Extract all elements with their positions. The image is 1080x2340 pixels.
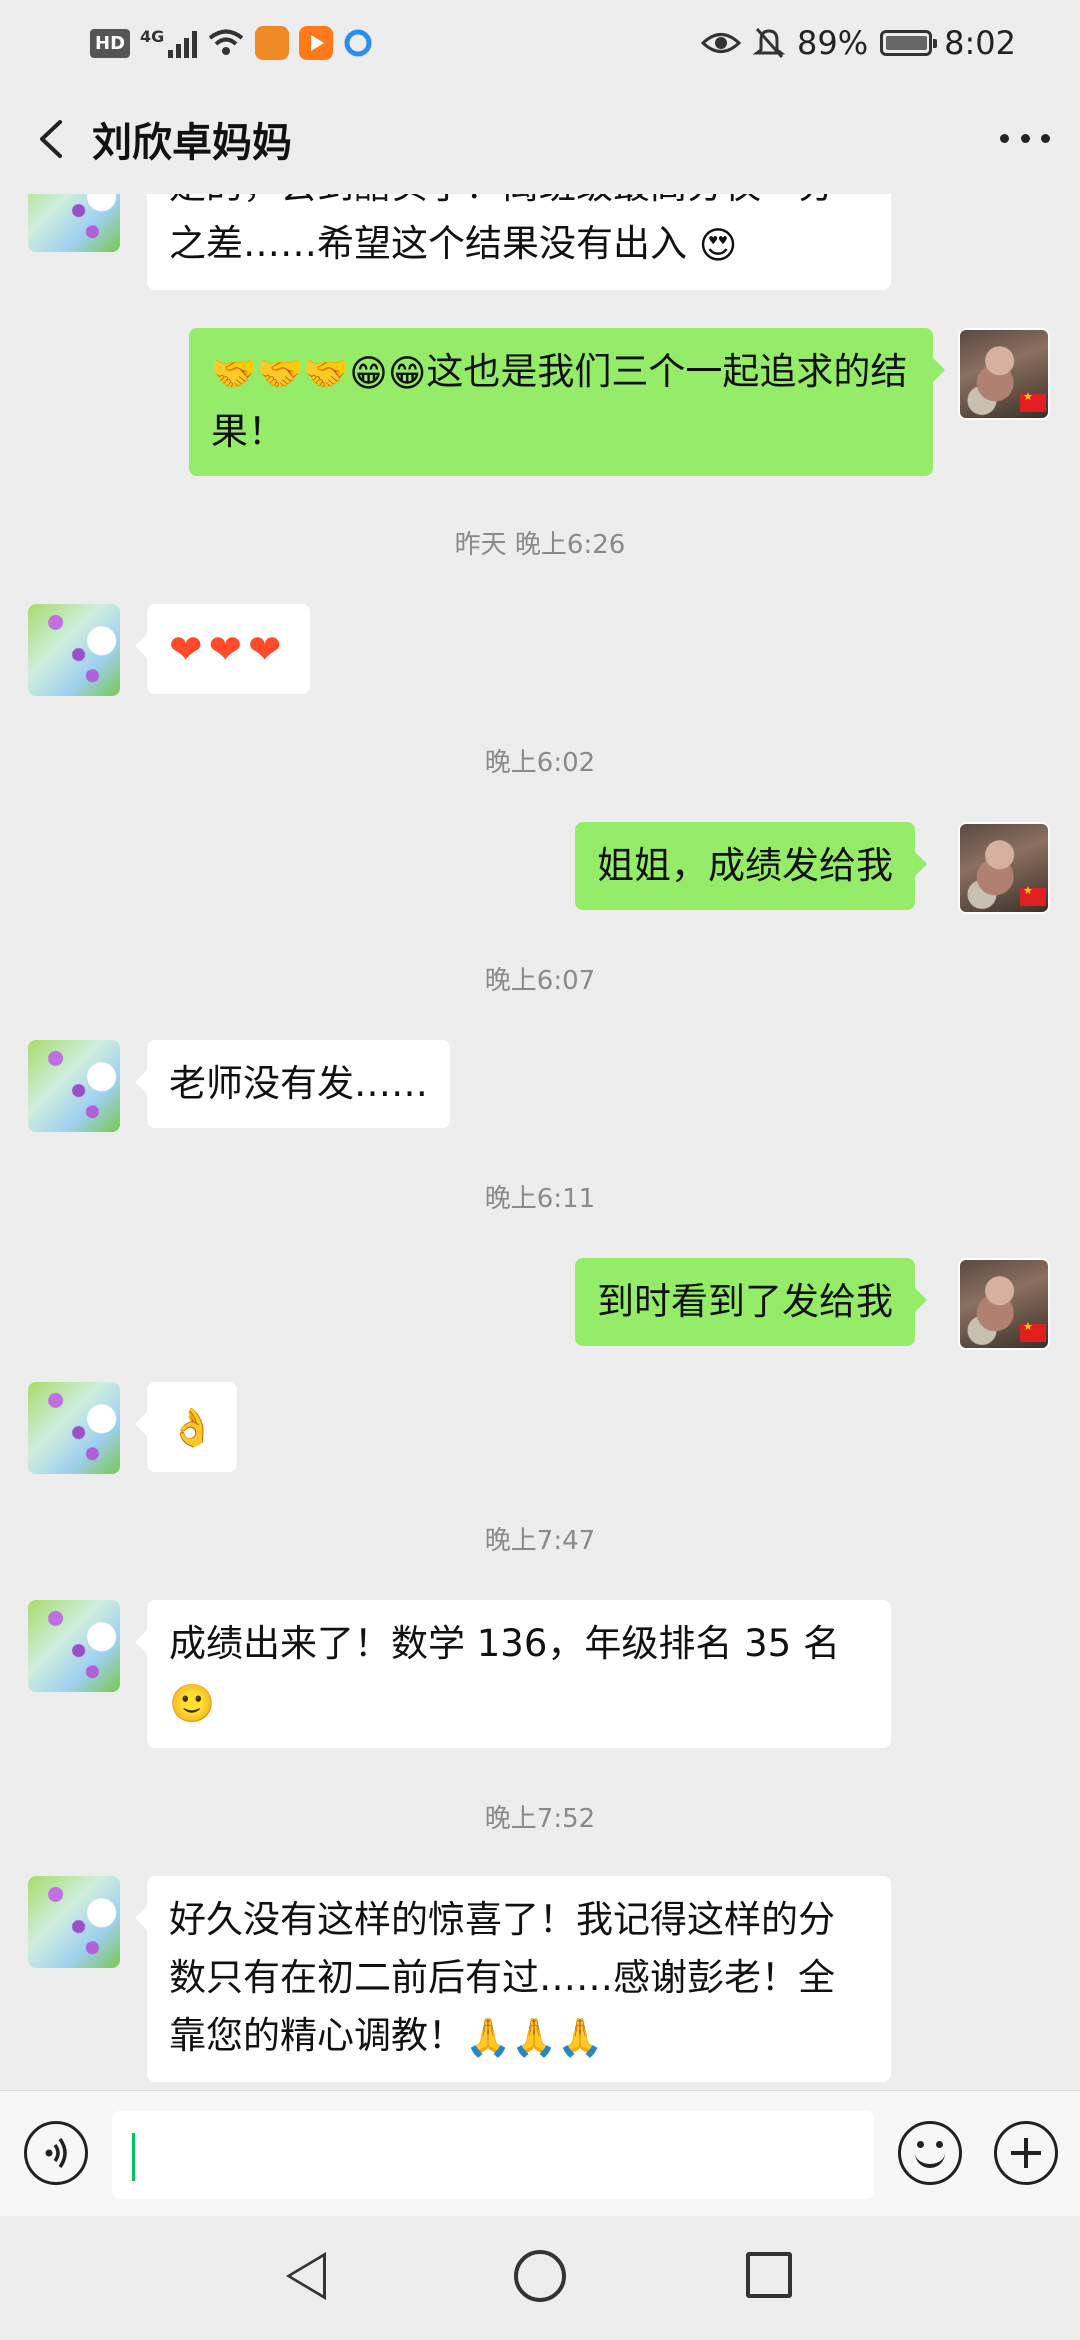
timestamp: 晚上6:02 <box>484 748 596 778</box>
message-bubble-incoming[interactable]: 好久没有这样的惊喜了！我记得这样的分数只有在初二前后有过……感谢彭老！全靠您的精… <box>135 1876 891 2082</box>
contact-avatar[interactable] <box>28 1040 120 1132</box>
system-navigation-bar <box>0 2216 1080 2340</box>
message-bubble-incoming[interactable]: 老师没有发…… <box>135 1040 450 1128</box>
network-type: 4G <box>140 26 165 46</box>
china-flag-icon <box>1020 884 1046 906</box>
timestamp: 晚上7:52 <box>484 1804 596 1834</box>
my-avatar[interactable] <box>958 822 1050 914</box>
text-cursor <box>132 2133 135 2181</box>
message-bubble-incoming[interactable]: ❤ ❤ ❤ <box>135 604 310 694</box>
heart-emoji-icon: ❤ <box>169 626 203 673</box>
grin-emoji-icon: 😁 <box>349 351 388 395</box>
message-bubble-incoming[interactable]: 是的，会到醋实了！离班级最高分仅一分之差……希望这个结果没有出入 😍 <box>135 194 891 290</box>
eye-comfort-icon <box>701 33 742 53</box>
pray-emoji-icon: 🙏 <box>511 2015 558 2059</box>
pray-emoji-icon: 🙏 <box>557 2015 604 2059</box>
contact-avatar[interactable] <box>28 604 120 696</box>
china-flag-icon <box>1020 390 1046 412</box>
voice-input-icon[interactable] <box>24 2121 88 2185</box>
heart-emoji-icon: ❤ <box>248 626 282 673</box>
pray-emoji-icon: 🙏 <box>465 2015 512 2059</box>
contact-avatar[interactable] <box>28 1382 120 1474</box>
timestamp: 昨天 晚上6:26 <box>454 530 626 560</box>
back-arrow-icon[interactable] <box>30 116 76 162</box>
my-avatar[interactable] <box>958 328 1050 420</box>
message-text: 成绩出来了！数学 136，年级排名 35 名 <box>169 1622 840 1665</box>
heart-emoji-icon: ❤ <box>208 626 243 673</box>
heart-eyes-emoji-icon: 😍 <box>698 223 738 267</box>
status-bar-right: 89% 8:02 <box>701 22 1016 64</box>
contact-avatar[interactable] <box>28 194 120 252</box>
system-back-icon[interactable] <box>286 2252 326 2300</box>
timestamp: 晚上6:07 <box>484 966 596 996</box>
message-text: 到时看到了发给我 <box>597 1280 893 1323</box>
status-bar: HD 4G 89% 8:02 <box>0 0 1080 84</box>
system-home-icon[interactable] <box>514 2250 566 2302</box>
message-bubble-outgoing[interactable]: 姐姐，成绩发给我 <box>575 822 927 910</box>
mute-bell-icon <box>753 28 786 58</box>
status-bar-left: HD 4G <box>90 22 373 64</box>
contact-avatar[interactable] <box>28 1600 120 1692</box>
clock: 8:02 <box>944 24 1016 62</box>
more-actions-icon[interactable] <box>994 2121 1058 2185</box>
input-bar <box>0 2090 1080 2217</box>
system-recents-icon[interactable] <box>746 2252 792 2298</box>
chat-header: 刘欣卓妈妈 <box>0 84 1080 194</box>
ok-hand-emoji-icon: 👌 <box>169 1405 216 1449</box>
more-options-icon[interactable] <box>1000 118 1050 158</box>
emoji-picker-icon[interactable] <box>898 2121 962 2185</box>
smile-emoji-icon: 🙂 <box>169 1681 216 1725</box>
message-input[interactable] <box>112 2111 874 2199</box>
timestamp: 晚上6:11 <box>484 1184 596 1214</box>
message-bubble-outgoing[interactable]: 到时看到了发给我 <box>575 1258 927 1346</box>
video-app-icon <box>299 26 334 60</box>
china-flag-icon <box>1020 1320 1046 1342</box>
message-list[interactable]: 是的，会到醋实了！离班级最高分仅一分之差……希望这个结果没有出入 😍 🤝🤝🤝😁😁… <box>0 194 1080 2090</box>
battery-icon <box>880 30 938 56</box>
handshake-emoji-icon: 🤝 <box>211 351 258 395</box>
message-bubble-incoming[interactable]: 👌 <box>134 1382 238 1472</box>
message-text: 姐姐，成绩发给我 <box>597 844 893 887</box>
message-text: 老师没有发…… <box>169 1062 428 1105</box>
wifi-icon <box>209 29 244 55</box>
chat-title: 刘欣卓妈妈 <box>92 120 292 166</box>
grin-emoji-icon: 😁 <box>387 351 427 395</box>
my-avatar[interactable] <box>958 1258 1050 1350</box>
handshake-emoji-icon: 🤝 <box>257 351 304 395</box>
message-bubble-incoming[interactable]: 成绩出来了！数学 136，年级排名 35 名 🙂 <box>135 1600 891 1748</box>
signal-icon <box>168 28 198 58</box>
timestamp: 晚上7:47 <box>484 1526 596 1556</box>
battery-percent: 89% <box>797 24 869 62</box>
hd-badge: HD <box>90 28 131 58</box>
browser-icon <box>344 29 372 57</box>
message-bubble-outgoing[interactable]: 🤝🤝🤝😁😁这也是我们三个一起追求的结果！ <box>189 328 945 476</box>
contact-avatar[interactable] <box>28 1876 120 1968</box>
handshake-emoji-icon: 🤝 <box>303 351 350 395</box>
sound-wave-icon <box>45 2137 67 2169</box>
uc-browser-icon <box>255 26 290 60</box>
